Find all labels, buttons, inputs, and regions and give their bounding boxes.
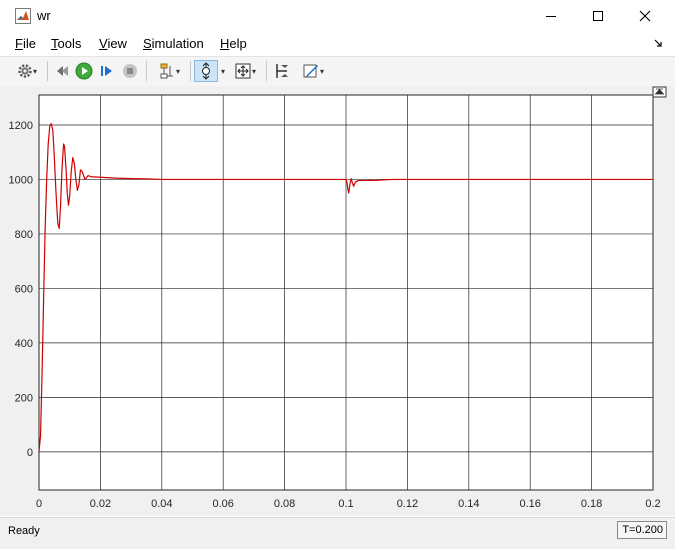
gear-icon (18, 64, 32, 78)
y-tick-label: 400 (15, 338, 33, 350)
step-forward-icon (101, 66, 112, 76)
model-highlight-icon (160, 63, 173, 79)
x-tick-label: 0.06 (212, 498, 233, 510)
y-tick-label: 1200 (9, 120, 33, 132)
toolbar-separator (146, 61, 147, 81)
stop-icon (123, 64, 137, 78)
menu-help[interactable]: Help (220, 36, 247, 51)
y-tick-label: 200 (15, 392, 33, 404)
run-button[interactable] (74, 60, 94, 82)
window-title: wr (37, 8, 51, 23)
autoscale-icon (235, 63, 251, 79)
toolbar-separator (190, 61, 191, 81)
status-bar: Ready T=0.200 (0, 517, 675, 549)
toolbar-separator (266, 61, 267, 81)
style-icon (303, 64, 318, 78)
menu-view[interactable]: View (99, 36, 127, 51)
zoom-button[interactable] (194, 60, 218, 82)
cursor-measure-icon (276, 64, 288, 78)
maximize-icon (593, 11, 603, 21)
y-tick-label: 600 (15, 283, 33, 295)
x-tick-label: 0.02 (90, 498, 111, 510)
simulation-time: T=0.200 (617, 521, 667, 539)
x-tick-label: 0.2 (645, 498, 660, 510)
stop-button[interactable] (120, 60, 140, 82)
y-tick-label: 800 (15, 229, 33, 241)
minimize-icon (546, 16, 556, 17)
cursor-measure-button[interactable] (272, 60, 292, 82)
menu-file[interactable]: File (15, 36, 36, 51)
scope-plot-area: 0 0.02 0.04 0.06 0.08 0.1 0.12 0.14 0.16 0.18 0.2 0… (0, 86, 675, 516)
menu-tools[interactable]: Tools (51, 36, 81, 51)
zoom-dropdown[interactable]: ▾ (219, 60, 227, 82)
status-text: Ready (8, 525, 40, 537)
y-tick-label: 1000 (9, 174, 33, 186)
style-button[interactable]: ▾ (296, 60, 330, 82)
settings-button[interactable]: ▾ (10, 60, 44, 82)
dock-arrow-icon[interactable] (653, 38, 663, 48)
x-tick-label: 0.12 (397, 498, 418, 510)
legend-toggle-button[interactable] (652, 86, 667, 98)
x-tick-label: 0.16 (519, 498, 540, 510)
close-button[interactable] (622, 0, 668, 32)
zoom-icon (202, 62, 210, 80)
matlab-logo-icon (15, 8, 31, 24)
x-tick-label: 0.14 (458, 498, 479, 510)
maximize-button[interactable] (575, 0, 621, 32)
step-back-icon (57, 66, 68, 76)
x-tick-label: 0.08 (274, 498, 295, 510)
x-tick-label: 0.18 (581, 498, 602, 510)
autoscale-button[interactable]: ▾ (228, 60, 262, 82)
step-back-button[interactable] (52, 60, 72, 82)
highlight-model-button[interactable]: ▾ (151, 60, 187, 82)
menu-simulation[interactable]: Simulation (143, 36, 204, 51)
x-tick-label: 0 (36, 498, 42, 510)
toolbar: ▾ ▾ ▾ ▾ ▾ (0, 56, 675, 87)
x-tick-label: 0.04 (151, 498, 172, 510)
step-forward-button[interactable] (97, 60, 117, 82)
scope-chart[interactable]: 0 0.02 0.04 0.06 0.08 0.1 0.12 0.14 0.16 0.18 0.2 0… (0, 86, 675, 516)
close-icon (639, 10, 651, 22)
y-tick-label: 0 (27, 447, 33, 459)
x-tick-label: 0.1 (338, 498, 353, 510)
minimize-button[interactable] (528, 0, 574, 32)
play-icon (75, 62, 93, 80)
toolbar-separator (47, 61, 48, 81)
title-bar: wr (0, 0, 675, 32)
menu-bar: File Tools View Simulation Help (0, 33, 675, 55)
